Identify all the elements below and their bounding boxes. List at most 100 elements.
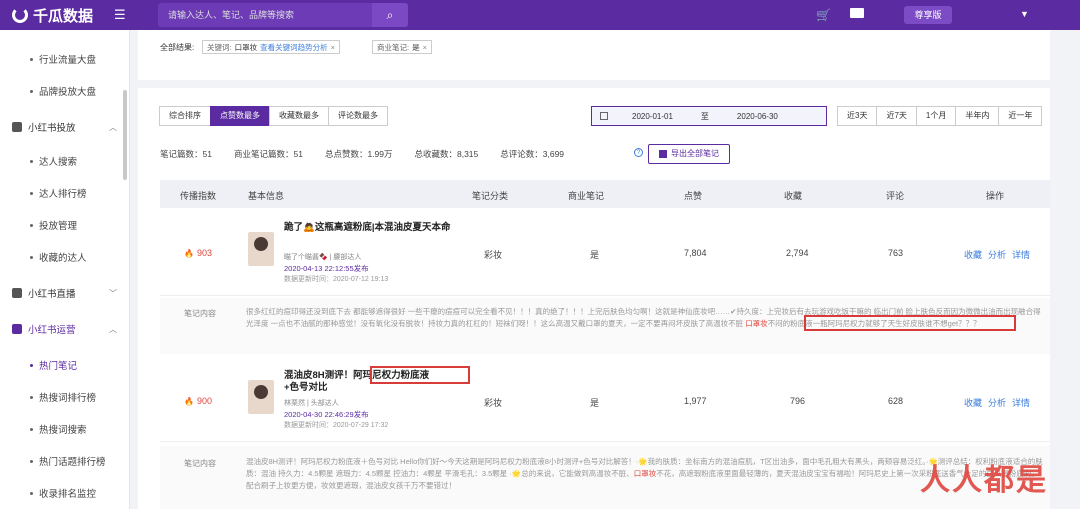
export-button[interactable]: 导出全部笔记: [648, 144, 730, 164]
th-comments: 评论: [886, 191, 905, 201]
app-logo[interactable]: 千瓜数据: [12, 4, 93, 26]
range-1m[interactable]: 1个月: [915, 106, 957, 126]
favorite-link[interactable]: 收藏: [964, 396, 982, 409]
sidebar-item-brand-placement[interactable]: 品牌投放大盘: [30, 84, 96, 98]
highlight-phrase: 它能做到高温妆不脏、口罩妆不花: [558, 469, 672, 478]
note-favorites: 796: [790, 396, 806, 406]
chevron-up-icon: ︿: [109, 324, 117, 334]
sidebar-item-hot-notes[interactable]: 热门笔记: [30, 358, 77, 372]
note-likes: 1,977: [684, 396, 707, 406]
note-date: 2020-04-13 22:12:55发布: [284, 264, 369, 273]
cart-icon[interactable]: 🛒: [816, 8, 831, 22]
note-author[interactable]: 瞄了个瞄酱🍫 | 腰部达人: [284, 252, 361, 262]
sidebar-item-influencer-search[interactable]: 达人搜索: [30, 154, 77, 168]
keyword-chip[interactable]: 关键词: 口罩妆 查看关键词趋势分析 ×: [202, 40, 340, 54]
search-icon: ⌕: [386, 7, 394, 22]
sidebar-item-influencer-ranking[interactable]: 达人排行榜: [30, 186, 87, 200]
menu-toggle-icon[interactable]: ☰: [114, 7, 126, 23]
trend-analysis-link[interactable]: 查看关键词趋势分析: [260, 42, 328, 53]
watermark-logo: 人人都是: [920, 464, 1048, 497]
search-input[interactable]: [158, 3, 372, 27]
note-date: 2020-04-30 22:46:29发布: [284, 410, 369, 419]
note-commercial: 是: [590, 398, 600, 408]
stat-favorites: 总收藏数：8,315: [414, 149, 479, 159]
date-end[interactable]: 2020-06-30: [737, 112, 778, 121]
top-bar: 千瓜数据 ☰ ⌕ 🛒 尊享版 ▼: [0, 0, 1080, 30]
range-3d[interactable]: 近3天: [837, 106, 878, 126]
note-author[interactable]: 林栗然 | 头部达人: [284, 398, 339, 408]
sidebar-item-ranking-monitor[interactable]: 收录排名监控: [30, 486, 96, 500]
app-name: 千瓜数据: [33, 7, 94, 25]
range-6m[interactable]: 半年内: [955, 106, 1000, 126]
stat-commercial: 商业笔记篇数：51: [233, 149, 303, 159]
sidebar-scrollbar[interactable]: [123, 90, 127, 180]
commercial-chip[interactable]: 商业笔记: 是 ×: [372, 40, 432, 54]
detail-link[interactable]: 详情: [1012, 396, 1030, 409]
sort-tabs: 综合排序 点赞数最多 收藏数最多 评论数最多: [159, 106, 388, 126]
note-content-row: 笔记内容 混油皮8H测评！阿玛尼权力粉底液＋色号对比 Hello你们好～今天这期…: [160, 446, 1050, 509]
heat-index: 903: [184, 248, 212, 258]
table-row: 903 跪了🙇这瓶高遮粉底|本混油皮夏天本命 瞄了个瞄酱🍫 | 腰部达人 202…: [160, 210, 1050, 296]
avatar[interactable]: [248, 232, 274, 266]
tab-overall[interactable]: 综合排序: [159, 106, 211, 126]
sidebar-item-industry-traffic[interactable]: 行业流量大盘: [30, 52, 96, 66]
tab-most-comments[interactable]: 评论数最多: [328, 106, 388, 126]
range-1y[interactable]: 近一年: [998, 106, 1043, 126]
note-favorites: 2,794: [786, 248, 809, 258]
main-panel: 综合排序 点赞数最多 收藏数最多 评论数最多 2020-01-01 至 2020…: [138, 88, 1050, 509]
chevron-down-icon: ﹀: [109, 288, 117, 298]
sidebar-group-xhs-ops[interactable]: 小红书运营 ︿: [12, 322, 117, 336]
filter-label: 全部结果:: [160, 43, 195, 52]
calendar-icon: [600, 112, 608, 120]
chevron-up-icon: ︿: [109, 122, 117, 132]
sidebar-group-xhs-placement[interactable]: 小红书投放 ︿: [12, 120, 117, 134]
export-icon: [659, 150, 667, 158]
vip-badge[interactable]: 尊享版: [904, 6, 952, 24]
content-label: 笔记内容: [184, 459, 216, 468]
analyze-link[interactable]: 分析: [988, 396, 1006, 409]
note-category: 彩妆: [484, 398, 503, 408]
avatar[interactable]: [248, 380, 274, 414]
th-category: 笔记分类: [472, 191, 509, 201]
date-separator: 至: [700, 111, 709, 121]
logo-icon: [12, 7, 28, 23]
sidebar-item-saved-influencers[interactable]: 收藏的达人: [30, 250, 87, 264]
note-likes: 7,804: [684, 248, 707, 258]
annotation-box: [804, 315, 1016, 331]
date-start[interactable]: 2020-01-01: [632, 112, 673, 121]
favorite-link[interactable]: 收藏: [964, 248, 982, 261]
range-tabs: 近3天 近7天 1个月 半年内 近一年: [837, 106, 1043, 126]
close-icon[interactable]: ×: [331, 43, 335, 52]
analyze-link[interactable]: 分析: [988, 248, 1006, 261]
user-menu-chevron-icon[interactable]: ▼: [1020, 9, 1029, 19]
sidebar-item-placement-mgmt[interactable]: 投放管理: [30, 218, 77, 232]
th-basic-info: 基本信息: [248, 191, 285, 201]
note-category: 彩妆: [484, 250, 503, 260]
search-button[interactable]: ⌕: [372, 3, 408, 27]
note-commercial: 是: [590, 250, 600, 260]
detail-link[interactable]: 详情: [1012, 248, 1030, 261]
note-comments: 763: [888, 248, 904, 258]
note-updated: 数据更新时间：2020-07-12 19:13: [284, 276, 389, 283]
note-title[interactable]: 跪了🙇这瓶高遮粉底|本混油皮夏天本命: [284, 222, 464, 234]
note-updated: 数据更新时间：2020-07-29 17:32: [284, 422, 389, 429]
content-label: 笔记内容: [184, 309, 216, 318]
tab-most-likes[interactable]: 点赞数最多: [210, 106, 270, 126]
heat-index: 900: [184, 396, 212, 406]
ops-icon: [12, 324, 22, 334]
sidebar-item-hot-topics[interactable]: 热门话题排行榜: [30, 454, 106, 468]
sidebar-item-hot-search-ranking[interactable]: 热搜词排行榜: [30, 390, 96, 404]
th-heat[interactable]: 传播指数: [180, 189, 216, 202]
help-icon[interactable]: ?: [634, 148, 643, 157]
sidebar-group-xhs-live[interactable]: 小红书直播 ﹀: [12, 286, 117, 300]
row-ops: 收藏 分析 详情: [964, 396, 1030, 409]
range-7d[interactable]: 近7天: [876, 106, 917, 126]
date-range-picker[interactable]: 2020-01-01 至 2020-06-30: [591, 106, 827, 126]
note-comments: 628: [888, 396, 904, 406]
table-header: 传播指数 基本信息 笔记分类 商业笔记 点赞 收藏 评论 操作: [160, 180, 1050, 208]
close-icon[interactable]: ×: [423, 43, 427, 52]
sidebar-item-hot-search[interactable]: 热搜词搜索: [30, 422, 87, 436]
tab-most-favorites[interactable]: 收藏数最多: [269, 106, 329, 126]
mail-icon[interactable]: [850, 8, 864, 18]
sidebar: 行业流量大盘 品牌投放大盘 小红书投放 ︿ 达人搜索 达人排行榜 投放管理 收藏的…: [0, 30, 130, 509]
